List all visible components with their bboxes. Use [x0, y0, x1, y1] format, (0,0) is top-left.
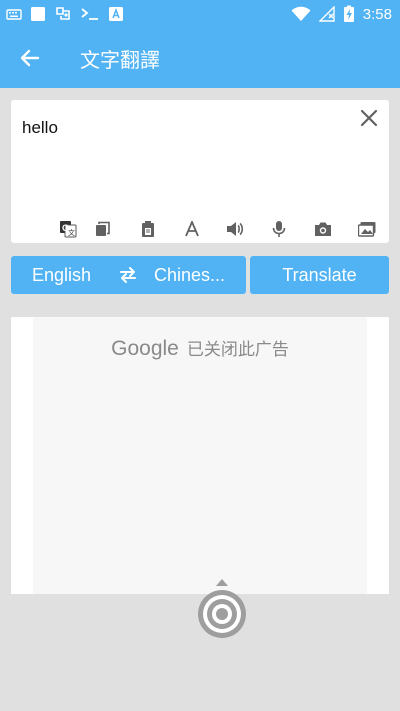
- battery-charging-icon: [343, 5, 354, 22]
- close-icon: [360, 109, 378, 127]
- google-logo-text: Google: [111, 337, 179, 360]
- signal-icon: [318, 6, 335, 22]
- status-right: 3:58: [291, 4, 392, 24]
- keyboard-icon: [6, 9, 22, 20]
- app-icon: [56, 7, 70, 20]
- ad-inner: Google 已关闭此广告: [33, 317, 367, 594]
- target-icon: [198, 579, 246, 638]
- gallery-icon: [358, 222, 376, 237]
- wifi-icon: [291, 6, 311, 21]
- square-icon: [31, 7, 45, 21]
- gallery-button[interactable]: [356, 218, 378, 240]
- mic-button[interactable]: [268, 218, 290, 240]
- arrow-left-icon: [20, 49, 40, 67]
- status-left: [6, 4, 124, 24]
- status-time: 3:58: [362, 5, 392, 23]
- floating-target-button[interactable]: [196, 578, 248, 640]
- font-app-icon: [109, 7, 123, 21]
- page-title: 文字翻譯: [80, 48, 160, 72]
- input-card: G文: [11, 100, 389, 243]
- app-bar: 文字翻譯: [0, 28, 400, 88]
- back-button[interactable]: [14, 42, 46, 74]
- paste-button[interactable]: [137, 218, 159, 240]
- language-selector: English Chines...: [11, 256, 246, 294]
- svg-text:文: 文: [68, 228, 75, 237]
- source-text-input[interactable]: [22, 113, 342, 143]
- swap-icon: [120, 267, 136, 283]
- font-icon: [185, 221, 199, 237]
- speaker-button[interactable]: [224, 218, 246, 240]
- translate-button[interactable]: Translate: [250, 256, 389, 294]
- ad-closed-message: 已关闭此广告: [186, 340, 289, 360]
- ad-container: Google 已关闭此广告: [11, 317, 389, 594]
- source-language-button[interactable]: English: [32, 265, 91, 286]
- copy-button[interactable]: [92, 218, 114, 240]
- target-language-button[interactable]: Chines...: [154, 265, 225, 286]
- speaker-icon: [227, 222, 244, 236]
- mic-icon: [272, 221, 286, 237]
- camera-button[interactable]: [312, 218, 334, 240]
- ad-closed-label: Google 已关闭此广告: [33, 335, 367, 361]
- swap-languages-button[interactable]: [118, 265, 138, 285]
- copy-icon: [96, 221, 110, 236]
- clear-button[interactable]: [357, 106, 381, 130]
- google-translate-button[interactable]: G文: [57, 218, 79, 240]
- input-toolbar: G文: [11, 218, 389, 240]
- google-translate-icon: G文: [60, 221, 77, 238]
- terminal-icon: [81, 8, 98, 20]
- paste-icon: [142, 221, 154, 237]
- status-bar: 3:58: [0, 0, 400, 28]
- font-button[interactable]: [181, 218, 203, 240]
- camera-icon: [315, 222, 331, 236]
